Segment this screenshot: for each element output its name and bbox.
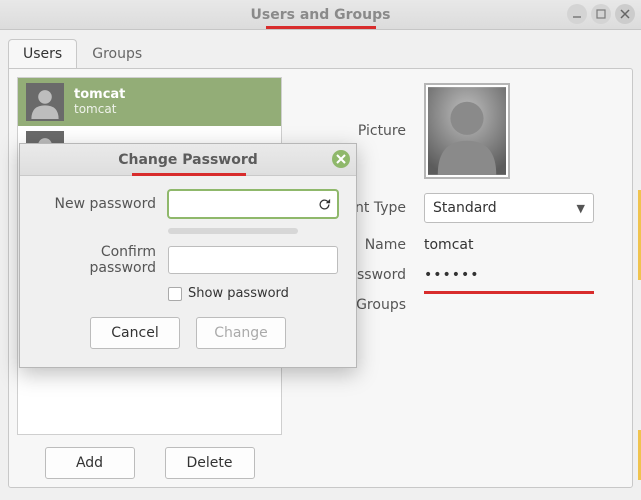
- dialog-titlebar: Change Password: [20, 144, 356, 176]
- users-and-groups-window: Users and Groups Users Groups: [0, 0, 641, 500]
- tab-users[interactable]: Users: [8, 39, 77, 68]
- close-icon: [336, 154, 346, 164]
- avatar-icon: [26, 83, 64, 121]
- account-type-value: Standard: [433, 200, 497, 216]
- confirm-password-input[interactable]: [168, 246, 338, 274]
- tab-row: Users Groups: [8, 38, 633, 68]
- picture-button[interactable]: [424, 83, 510, 179]
- show-password-label: Show password: [188, 286, 289, 301]
- minimize-button[interactable]: [567, 4, 587, 24]
- confirm-password-label: Confirm password: [32, 244, 156, 276]
- user-login: tomcat: [74, 103, 125, 117]
- minimize-icon: [572, 9, 582, 19]
- new-password-label: New password: [32, 196, 156, 212]
- show-password-checkbox[interactable]: [168, 287, 182, 301]
- list-buttons: Add Delete: [17, 447, 282, 479]
- maximize-icon: [596, 9, 606, 19]
- close-button[interactable]: [615, 4, 635, 24]
- name-value[interactable]: tomcat: [424, 237, 473, 253]
- annotation-underline: [132, 173, 246, 176]
- dialog-close-button[interactable]: [332, 150, 350, 168]
- generate-password-button[interactable]: [314, 194, 334, 214]
- add-button[interactable]: Add: [45, 447, 135, 479]
- avatar-icon: [428, 87, 506, 175]
- account-type-select[interactable]: Standard ▼: [424, 193, 594, 223]
- annotation-underline: [266, 26, 376, 29]
- cancel-button[interactable]: Cancel: [90, 317, 180, 349]
- titlebar: Users and Groups: [0, 0, 641, 30]
- new-password-input[interactable]: [168, 190, 338, 218]
- close-icon: [620, 9, 630, 19]
- picture-label: Picture: [296, 123, 406, 139]
- tab-groups[interactable]: Groups: [77, 39, 157, 68]
- maximize-button[interactable]: [591, 4, 611, 24]
- change-password-dialog: Change Password New password Confirm pas…: [19, 143, 357, 368]
- window-title: Users and Groups: [251, 7, 391, 23]
- change-button[interactable]: Change: [196, 317, 286, 349]
- chevron-down-icon: ▼: [577, 202, 585, 215]
- delete-button[interactable]: Delete: [165, 447, 255, 479]
- password-value[interactable]: ••••••: [424, 267, 480, 283]
- list-item[interactable]: tomcattomcat: [18, 78, 281, 126]
- password-strength-meter: [168, 228, 298, 234]
- annotation-underline: [424, 291, 594, 294]
- user-name: tomcat: [74, 88, 125, 103]
- dialog-title: Change Password: [118, 152, 258, 168]
- refresh-icon: [317, 197, 332, 212]
